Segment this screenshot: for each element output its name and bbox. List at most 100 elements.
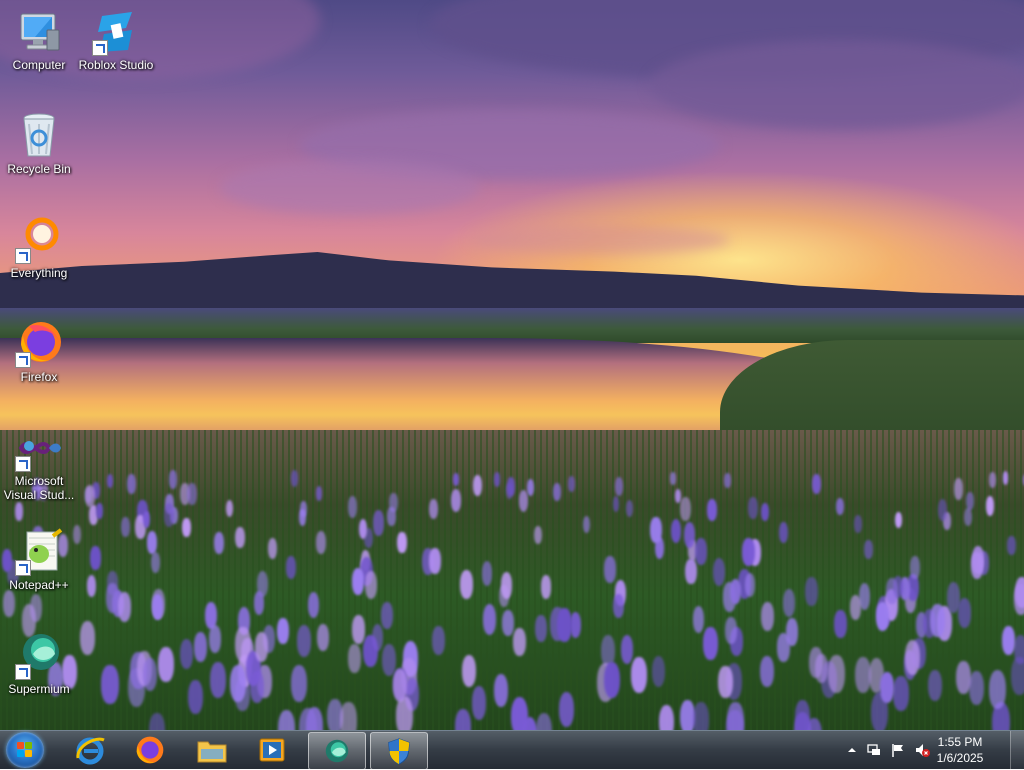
show-desktop-button[interactable]	[1010, 731, 1024, 769]
taskbar-firefox[interactable]	[122, 732, 178, 768]
shortcut-arrow-icon	[15, 352, 31, 368]
wildflower	[625, 499, 634, 518]
taskbar-supermium[interactable]	[308, 732, 366, 770]
wildflower	[928, 670, 942, 702]
wildflower	[971, 552, 983, 579]
wildflower	[365, 570, 378, 599]
wildflower	[526, 478, 535, 496]
desktop-icon-computer[interactable]: Computer	[1, 8, 77, 72]
show-hidden-icons-arrow[interactable]	[844, 742, 860, 758]
roblox-studio-icon	[92, 8, 140, 56]
desktop-icon-roblox-studio[interactable]: Roblox Studio	[78, 8, 154, 72]
wildflower	[127, 473, 137, 495]
wildflower	[278, 710, 296, 730]
system-clock[interactable]: 1:55 PM 1/6/2025	[928, 734, 992, 766]
wildflower	[452, 473, 459, 487]
wildflower	[150, 552, 160, 574]
desktop-icon-label: Firefox	[20, 370, 58, 384]
wildflower	[1001, 625, 1015, 655]
start-button[interactable]	[6, 732, 44, 768]
desktop-icon-label: Recycle Bin	[7, 162, 71, 176]
wildflower	[80, 620, 96, 655]
desktop-icon-supermium[interactable]: Supermium	[1, 632, 77, 696]
wildflower	[620, 635, 634, 664]
wildflower	[182, 517, 191, 538]
network-icon[interactable]	[866, 742, 882, 758]
wildflower	[387, 507, 396, 527]
wildflower	[876, 601, 890, 632]
wildflower	[348, 644, 361, 673]
recycle-bin-icon	[15, 112, 63, 160]
wildflower	[761, 601, 774, 632]
taskbar-internet-explorer[interactable]	[62, 732, 118, 768]
wildflower	[454, 708, 471, 730]
desktop-icon-firefox[interactable]: Firefox	[1, 320, 77, 384]
wildflower	[985, 496, 995, 516]
wildflower	[90, 546, 101, 570]
wildflower	[307, 592, 320, 619]
wildflower	[230, 665, 247, 702]
wildflower	[988, 471, 997, 489]
taskbar-file-explorer[interactable]	[184, 732, 240, 768]
taskbar-media-player[interactable]	[244, 732, 300, 768]
supermium-icon	[15, 632, 63, 680]
wildflower	[482, 603, 497, 635]
wildflower	[29, 594, 42, 623]
wildflower	[121, 517, 131, 538]
wildflower	[14, 502, 24, 521]
wildflower	[214, 531, 225, 554]
wildflower	[556, 608, 572, 643]
wildflower	[989, 669, 1007, 710]
wildflower	[317, 623, 330, 651]
wildflower	[151, 594, 164, 621]
taskbar: 1:55 PM 1/6/2025	[0, 730, 1024, 770]
desktop-icon-notepad-plus-plus[interactable]: Notepad++	[1, 528, 77, 592]
desktop-icon-visual-studio[interactable]: Microsoft Visual Stud...	[1, 424, 77, 502]
wildflower	[880, 671, 895, 704]
wildflower	[674, 488, 681, 503]
shortcut-arrow-icon	[15, 248, 31, 264]
firefox-icon	[136, 736, 164, 764]
wildflower	[101, 664, 119, 704]
wildflower	[460, 569, 474, 599]
wildflower	[778, 522, 788, 543]
wildflower	[615, 476, 624, 496]
wildflower	[828, 654, 846, 693]
wildflower	[450, 488, 462, 513]
wildflower	[680, 497, 691, 522]
desktop-icon-label: Microsoft Visual Stud...	[3, 474, 75, 502]
wildflower	[3, 589, 15, 617]
wildflower	[105, 583, 119, 614]
wildflower	[285, 556, 296, 579]
wildflower	[298, 508, 307, 527]
wildflower	[760, 655, 775, 688]
taskbar-security-prompt[interactable]	[370, 732, 428, 770]
wildflower	[500, 572, 512, 599]
desktop-icon-label: Supermium	[8, 682, 70, 696]
cloud	[650, 40, 1024, 130]
wildflower	[730, 579, 742, 604]
action-center-flag-icon[interactable]	[890, 742, 906, 758]
clock-date: 1/6/2025	[936, 751, 984, 765]
windows-logo-icon	[17, 742, 33, 758]
wildflower	[685, 558, 697, 585]
wildflower	[834, 610, 847, 639]
wildflower	[1002, 471, 1009, 485]
desktop-icon-recycle-bin[interactable]: Recycle Bin	[1, 112, 77, 176]
wildflower	[381, 602, 393, 630]
wildflower	[1011, 656, 1024, 695]
desktop-icon-everything[interactable]: Everything	[1, 216, 77, 280]
wildflower	[143, 657, 158, 691]
wildflower	[513, 628, 526, 657]
wildflower	[373, 510, 385, 536]
wildflower	[724, 473, 731, 489]
desktop-icon-label: Notepad++	[9, 578, 69, 592]
wildflower	[194, 632, 207, 662]
wildflower	[249, 671, 264, 704]
wildflower	[893, 675, 909, 711]
wildflower	[277, 617, 289, 644]
wildflower	[603, 661, 620, 699]
wildflower	[670, 518, 682, 543]
cloud	[470, 225, 730, 255]
wildflower	[707, 499, 717, 522]
